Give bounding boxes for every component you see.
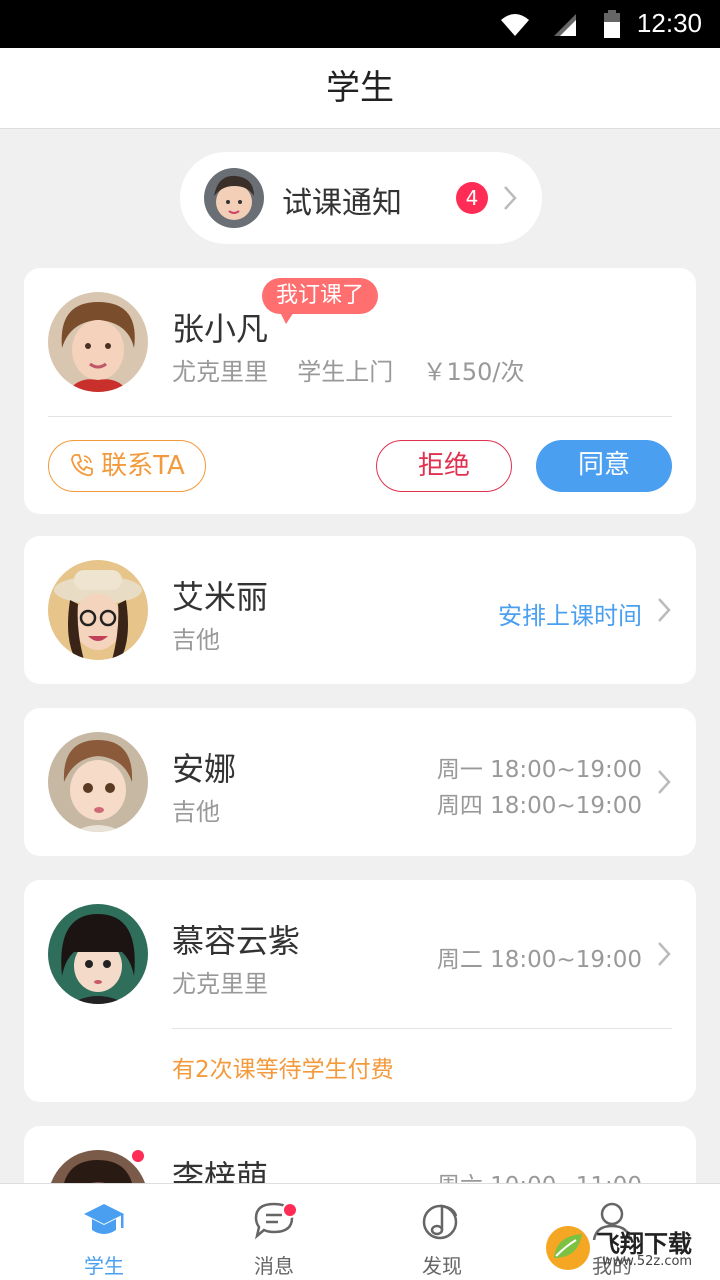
student-card[interactable]: 安娜 吉他 周一 18:00~19:00 周四 18:00~19:00 [24,708,696,856]
schedule-lesson-link[interactable]: 安排上课时间 [498,596,642,631]
booking-details: 尤克里里 学生上门 ￥150/次 [172,352,524,387]
unread-dot [130,1148,146,1164]
chevron-right-icon [504,186,517,210]
unread-dot [282,1202,298,1218]
chevron-right-icon [658,770,671,794]
booking-tag: 我订课了 [262,278,379,324]
status-bar: 12:30 [0,0,720,48]
avatar [48,292,148,392]
accept-button[interactable]: 同意 [536,440,672,492]
student-instrument: 尤克里里 [172,970,268,998]
student-name: 艾米丽 [172,578,269,616]
lesson-time: 周二 18:00~19:00 [436,947,642,973]
payment-pending-notice: 有2次课等待学生付费 [172,1057,394,1083]
signal-icon [554,14,576,36]
divider [48,416,672,417]
trial-notice-button[interactable]: 试课通知 4 [180,152,542,244]
chevron-right-icon [658,942,671,966]
student-card[interactable]: 慕容云紫 尤克里里 周二 18:00~19:00 有2次课等待学生付费 [24,880,696,1102]
watermark: 飞翔下载 www.52z.com [544,1222,712,1274]
avatar [48,904,148,1004]
chevron-right-icon [658,598,671,622]
tab-label: 消息 [254,1254,294,1278]
phone-icon [71,453,94,476]
battery-icon [604,10,620,38]
clock: 12:30 [636,8,702,38]
tab-messages[interactable]: 消息 [214,1184,334,1280]
navigation-bar: 学生 [0,48,720,129]
watermark-url: www.52z.com [602,1254,693,1269]
page-title: 学生 [326,68,394,108]
student-card[interactable]: 艾米丽 吉他 安排上课时间 [24,536,696,684]
booking-request-card: 我订课了 张小凡 尤克里里 学生上门 ￥150/次 联系TA 拒绝 同意 [24,268,696,514]
music-note-icon [422,1204,458,1240]
course-name: 尤克里里 [172,358,268,386]
reject-button[interactable]: 拒绝 [376,440,512,492]
student-instrument: 吉他 [172,626,220,654]
contact-label: 联系TA [101,451,185,481]
avatar [48,560,148,660]
tab-discover[interactable]: 发现 [382,1184,502,1280]
lesson-mode: 学生上门 [297,358,394,386]
student-instrument: 吉他 [172,798,220,826]
lesson-price: ￥150/次 [422,358,525,386]
wifi-icon [501,14,529,36]
student-name: 安娜 [172,750,237,788]
contact-button[interactable]: 联系TA [48,440,206,492]
divider [172,1028,672,1029]
lesson-time: 周一 18:00~19:00 [436,757,642,783]
student-name: 张小凡 [172,310,269,348]
avatar [48,732,148,832]
graduation-cap-icon [84,1204,124,1234]
trial-notice-label: 试课通知 [282,186,402,221]
leaf-logo-icon [546,1226,590,1270]
tab-label: 发现 [422,1254,462,1278]
tab-students[interactable]: 学生 [44,1184,164,1280]
tab-label: 学生 [84,1254,124,1278]
trial-avatar [204,168,264,228]
trial-count-badge: 4 [456,182,488,214]
lesson-time: 周四 18:00~19:00 [436,793,642,819]
student-name: 慕容云紫 [172,922,301,960]
